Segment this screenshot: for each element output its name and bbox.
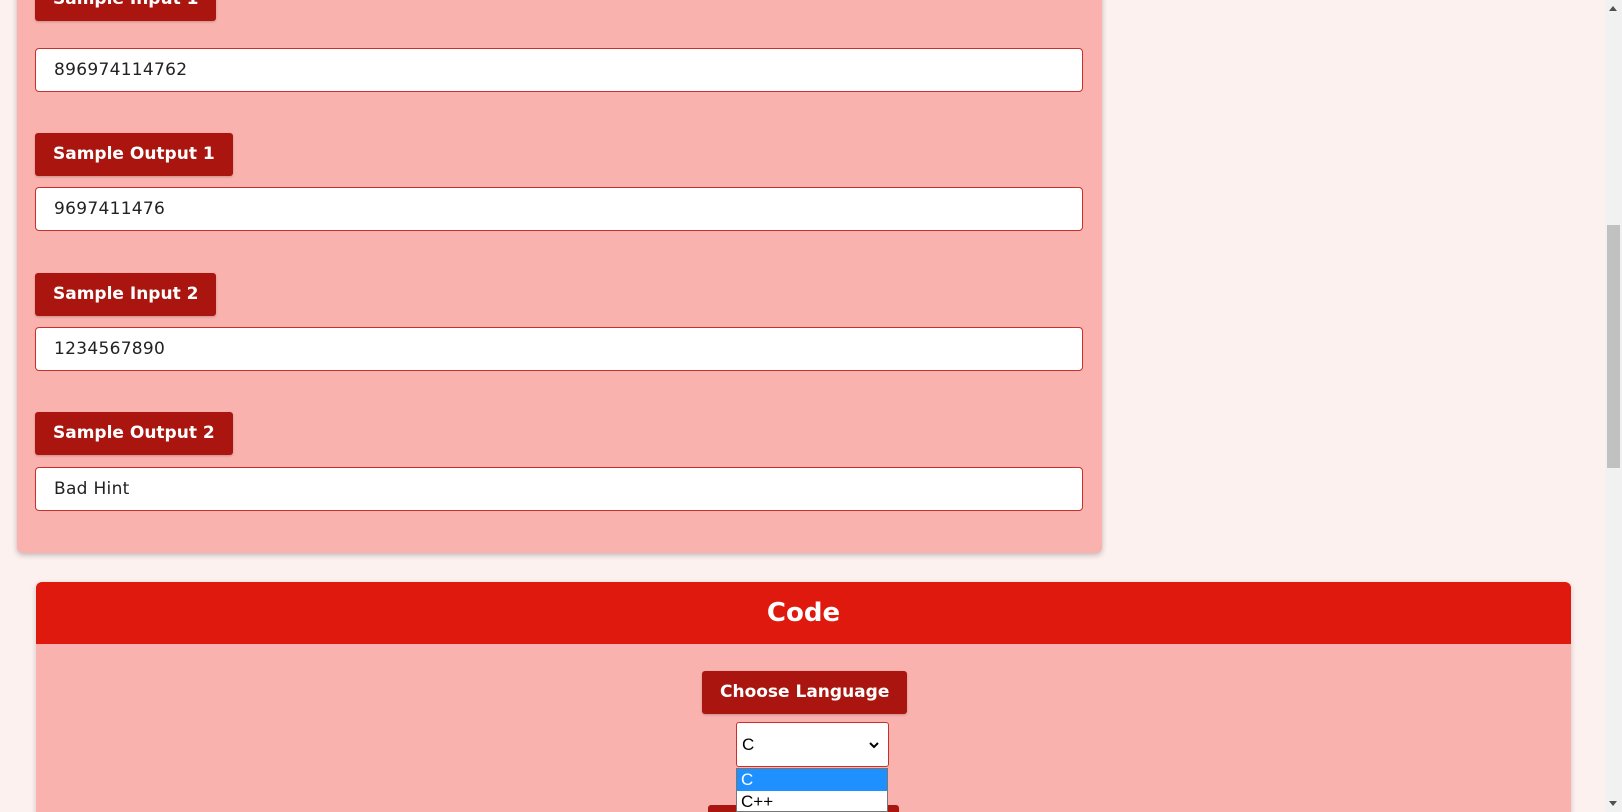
page: Sample Input 1 896974114762 Sample Outpu…	[0, 0, 1622, 812]
sample-output-2-field[interactable]: Bad Hint	[35, 467, 1083, 511]
chevron-down-icon	[869, 742, 879, 749]
code-title: Code	[36, 582, 1571, 644]
language-dropdown-list[interactable]: C C++	[736, 768, 888, 812]
language-select[interactable]: C	[736, 722, 889, 767]
sample-input-2-field[interactable]: 1234567890	[35, 327, 1083, 371]
sample-input-1-field[interactable]: 896974114762	[35, 48, 1083, 92]
choose-language-label: Choose Language	[702, 671, 908, 714]
vertical-scrollbar[interactable]	[1605, 0, 1622, 812]
arrow-down-icon[interactable]	[1609, 801, 1617, 806]
scrollbar-thumb[interactable]	[1607, 225, 1620, 468]
language-select-value: C	[742, 735, 755, 754]
language-option-c[interactable]: C	[737, 769, 887, 791]
sample-input-1-label: Sample Input 1	[35, 0, 217, 21]
language-option-cpp[interactable]: C++	[737, 791, 887, 811]
arrow-up-icon[interactable]	[1609, 6, 1617, 11]
samples-card: Sample Input 1 896974114762 Sample Outpu…	[17, 0, 1102, 553]
sample-output-1-label: Sample Output 1	[35, 133, 233, 176]
sample-output-1-field[interactable]: 9697411476	[35, 187, 1083, 231]
sample-input-2-label: Sample Input 2	[35, 273, 217, 316]
sample-output-2-label: Sample Output 2	[35, 412, 233, 455]
